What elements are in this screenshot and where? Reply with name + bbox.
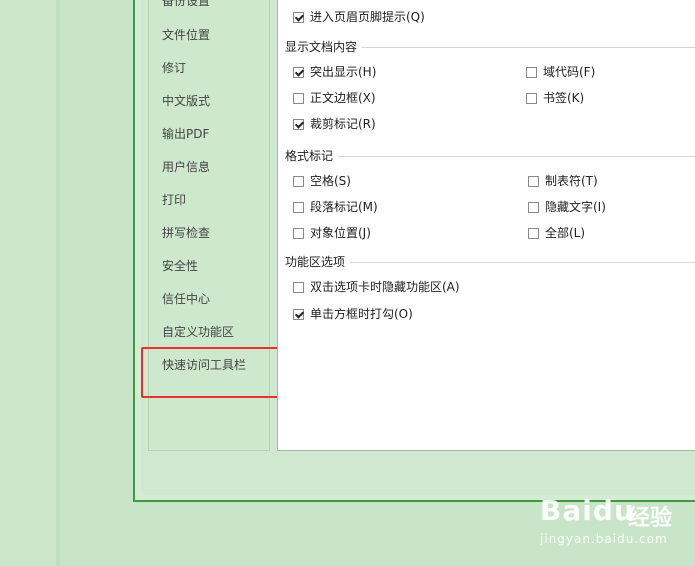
- baidu-jingyan-watermark: Baidu 经验 jingyan.baidu.com: [540, 494, 690, 554]
- section-divider: [350, 262, 695, 263]
- option-spaces[interactable]: 空格(S): [293, 173, 351, 189]
- option-double-click-hide-ribbon[interactable]: 双击选项卡时隐藏功能区(A): [293, 279, 460, 295]
- checkbox[interactable]: [293, 228, 304, 239]
- sidebar-item-user-info[interactable]: 用户信息: [162, 157, 210, 177]
- sidebar-item-trust-center[interactable]: 信任中心: [162, 289, 210, 309]
- checkbox[interactable]: [526, 93, 537, 104]
- sidebar-item-print[interactable]: 打印: [162, 190, 186, 210]
- checkbox[interactable]: [528, 176, 539, 187]
- option-tab-characters[interactable]: 制表符(T): [528, 173, 598, 189]
- option-all-marks[interactable]: 全部(L): [528, 225, 585, 241]
- checkbox[interactable]: [528, 202, 539, 213]
- checkbox[interactable]: [293, 202, 304, 213]
- option-bookmarks[interactable]: 书签(K): [526, 90, 584, 106]
- option-hidden-text[interactable]: 隐藏文字(I): [528, 199, 606, 215]
- section-title-format-marks: 格式标记: [285, 149, 334, 163]
- option-header-footer-hint[interactable]: 进入页眉页脚提示(Q): [293, 9, 425, 25]
- checkbox[interactable]: [293, 176, 304, 187]
- watermark-cn-text: 经验: [628, 506, 673, 531]
- checkbox[interactable]: [293, 282, 304, 293]
- sidebar-item-backup[interactable]: 备份设置: [162, 0, 210, 11]
- watermark-url: jingyan.baidu.com: [540, 532, 668, 546]
- sidebar-item-spell-check[interactable]: 拼写检查: [162, 223, 210, 243]
- option-object-anchors[interactable]: 对象位置(J): [293, 225, 371, 241]
- left-background-edge: [56, 0, 60, 566]
- option-crop-marks[interactable]: 裁剪标记(R): [293, 116, 376, 132]
- sidebar-item-export-pdf[interactable]: 输出PDF: [162, 124, 209, 144]
- sidebar-item-file-location[interactable]: 文件位置: [162, 25, 210, 45]
- checkbox[interactable]: [293, 93, 304, 104]
- watermark-logo: Baidu: [540, 494, 635, 527]
- sidebar-item-security[interactable]: 安全性: [162, 256, 198, 276]
- checkbox-checked[interactable]: [293, 119, 304, 130]
- section-divider: [362, 47, 695, 48]
- checkbox-checked[interactable]: [293, 67, 304, 78]
- section-title-display: 显示文档内容: [285, 40, 358, 54]
- section-divider: [338, 156, 695, 157]
- sidebar-item-revision[interactable]: 修订: [162, 58, 186, 78]
- option-field-codes[interactable]: 域代码(F): [526, 64, 595, 80]
- checkbox[interactable]: [528, 228, 539, 239]
- highlight-annotation-box: [141, 347, 282, 398]
- option-highlight[interactable]: 突出显示(H): [293, 64, 376, 80]
- option-paragraph-marks[interactable]: 段落标记(M): [293, 199, 378, 215]
- option-click-box-to-check[interactable]: 单击方框时打勾(O): [293, 306, 413, 322]
- section-title-ribbon-options: 功能区选项: [285, 255, 346, 269]
- option-text-boundaries[interactable]: 正文边框(X): [293, 90, 376, 106]
- checkbox-checked[interactable]: [293, 12, 304, 23]
- options-panel: 进入页眉页脚提示(Q) 显示文档内容 突出显示(H) 域代码(F) 正文边框(X…: [277, 0, 695, 451]
- sidebar-item-customize-ribbon[interactable]: 自定义功能区: [162, 322, 234, 342]
- sidebar-item-chinese-layout[interactable]: 中文版式: [162, 91, 210, 111]
- left-background-strip: [0, 0, 58, 566]
- checkbox-checked[interactable]: [293, 309, 304, 320]
- checkbox[interactable]: [526, 67, 537, 78]
